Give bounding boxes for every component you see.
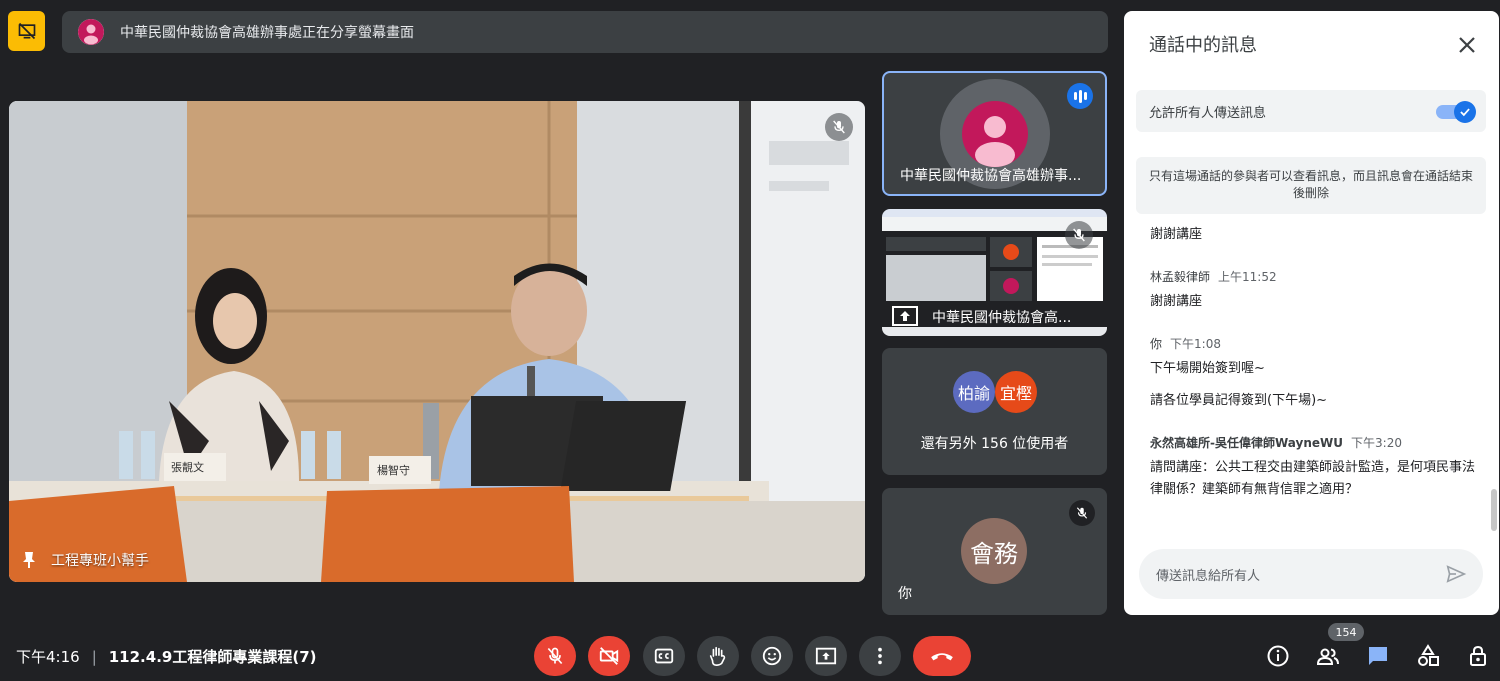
chat-input-placeholder: 傳送訊息給所有人	[1156, 568, 1261, 584]
mic-off-icon	[547, 647, 563, 665]
speaking-indicator	[1067, 83, 1093, 109]
screen-share-banner: 中華民國仲裁協會高雄辦事處正在分享螢幕畫面	[62, 11, 1108, 53]
participant-name: 中華民國仲裁協會高...	[932, 310, 1072, 326]
present-off-icon	[18, 22, 35, 40]
person-icon	[975, 116, 1015, 167]
main-video-feed[interactable]: 張靚文 楊智守 工程專班小幫手	[9, 101, 865, 582]
person-icon	[78, 19, 104, 45]
activities-button[interactable]	[1416, 644, 1440, 668]
participant-name: 工程專班小幫手	[51, 553, 149, 569]
chat-panel: 通話中的訊息 允許所有人傳送訊息 只有這場通話的參與者可以查看訊息，而且訊息會在…	[1124, 11, 1499, 615]
message-group: 林孟毅律師 上午11:52 謝謝講座	[1150, 268, 1480, 313]
message-sender: 你	[1150, 337, 1163, 351]
message-group: 永然高雄所-吳任偉律師WayneWU 下午3:20 請問講座：公共工程交由建築師設…	[1150, 434, 1480, 501]
raise-hand-button[interactable]	[697, 636, 739, 676]
close-chat-button[interactable]	[1455, 33, 1479, 57]
avatar	[962, 101, 1028, 167]
meeting-details-button[interactable]	[1266, 644, 1290, 668]
call-end-icon	[931, 653, 953, 661]
message-text: 謝謝講座	[1150, 294, 1203, 309]
allow-messages-toggle[interactable]	[1436, 101, 1476, 123]
presenter-avatar	[78, 19, 104, 45]
participant-tile-others[interactable]: 柏諭 宜樫 還有另外 156 位使用者	[882, 348, 1107, 475]
present-to-all-icon	[892, 305, 918, 327]
info-icon	[1267, 645, 1289, 667]
presentation-indicator-button[interactable]	[8, 11, 45, 51]
mic-off-icon	[1076, 507, 1088, 519]
close-icon	[1459, 37, 1475, 53]
participant-tile-presenter[interactable]: 中華民國仲裁協會高雄辦事...	[882, 71, 1107, 196]
nameplate-right: 楊智守	[377, 464, 410, 477]
message-text: 請問講座：公共工程交由建築師設計監造，是何項民事法律關係？建築師有無背信罪之適用…	[1150, 460, 1476, 497]
leave-call-button[interactable]	[913, 636, 971, 676]
hand-icon	[709, 646, 726, 666]
meeting-title: 112.4.9工程律師專業課程(7)	[108, 648, 317, 666]
mic-toggle-button[interactable]	[534, 636, 576, 676]
message-group: 你下午1:08 下午場開始簽到喔~ 請各位學員記得簽到(下午場)~	[1150, 335, 1480, 412]
allow-messages-label: 允許所有人傳送訊息	[1149, 105, 1267, 121]
check-icon	[1460, 108, 1470, 117]
participant-chips: 柏諭 宜樫	[953, 371, 1037, 413]
meeting-info: 下午4:16 | 112.4.9工程律師專業課程(7)	[16, 646, 316, 667]
avatar-chip: 柏諭	[953, 371, 995, 413]
participant-tile-screenshare[interactable]: 中華民國仲裁協會高...	[882, 209, 1107, 336]
more-vert-icon	[878, 647, 882, 665]
chat-info-notice: 只有這場通話的參與者可以查看訊息，而且訊息會在通話結束後刪除	[1136, 157, 1486, 214]
speaker-video-image	[9, 101, 865, 582]
emoji-icon	[762, 646, 782, 666]
mic-muted-indicator	[825, 113, 853, 141]
people-button[interactable]	[1316, 644, 1340, 668]
message-header: 你下午1:08	[1150, 335, 1480, 352]
participant-tile-self[interactable]: 會務 你	[882, 488, 1107, 615]
share-banner-text: 中華民國仲裁協會高雄辦事處正在分享螢幕畫面	[120, 25, 414, 41]
people-icon	[1316, 648, 1339, 665]
host-controls-button[interactable]	[1466, 644, 1490, 668]
shapes-icon	[1418, 644, 1439, 666]
captions-button[interactable]	[643, 636, 685, 676]
participant-name: 你	[898, 586, 912, 602]
chat-icon	[1369, 647, 1387, 665]
participant-name: 中華民國仲裁協會高雄辦事...	[900, 168, 1082, 184]
chat-message-list: 謝謝講座 林孟毅律師 上午11:52 謝謝講座 你下午1:08 下午場開始簽到喔~…	[1150, 224, 1480, 523]
chat-message-input[interactable]: 傳送訊息給所有人	[1139, 549, 1483, 599]
chat-title: 通話中的訊息	[1149, 35, 1257, 56]
lock-person-icon	[1470, 645, 1486, 666]
chat-scrollbar[interactable]	[1491, 489, 1497, 531]
message-sender: 永然高雄所-吳任偉律師WayneWU	[1150, 436, 1344, 450]
mic-off-icon	[833, 120, 845, 134]
present-to-all-icon	[815, 647, 837, 665]
pin-icon	[23, 552, 35, 568]
more-options-button[interactable]	[859, 636, 901, 676]
mic-off-icon	[1073, 228, 1085, 242]
avatar: 會務	[961, 518, 1027, 584]
chat-button[interactable]	[1366, 644, 1390, 668]
message-text: 謝謝講座	[1150, 227, 1203, 242]
others-count-text: 還有另外 156 位使用者	[920, 436, 1069, 452]
camera-toggle-button[interactable]	[588, 636, 630, 676]
closed-caption-icon	[654, 648, 674, 664]
message-sender: 林孟毅律師	[1150, 270, 1211, 284]
emoji-reaction-button[interactable]	[751, 636, 793, 676]
send-icon	[1446, 565, 1467, 583]
mic-muted-indicator	[1069, 500, 1095, 526]
allow-messages-row: 允許所有人傳送訊息	[1136, 90, 1486, 132]
divider: |	[91, 647, 97, 666]
main-video-label: 工程專班小幫手	[21, 550, 149, 570]
send-button[interactable]	[1445, 563, 1467, 589]
message-header: 永然高雄所-吳任偉律師WayneWU 下午3:20	[1150, 434, 1480, 451]
message-header: 林孟毅律師 上午11:52	[1150, 268, 1480, 285]
participant-count-badge: 154	[1328, 623, 1364, 641]
nameplate-left: 張靚文	[171, 461, 204, 474]
mic-muted-indicator	[1065, 221, 1093, 249]
message-time: 下午3:20	[1351, 436, 1402, 450]
current-time: 下午4:16	[16, 648, 80, 666]
message-text: 下午場開始簽到喔~	[1150, 361, 1265, 376]
avatar-chip: 宜樫	[995, 371, 1037, 413]
present-now-button[interactable]	[805, 636, 847, 676]
message-time: 下午1:08	[1170, 337, 1221, 351]
message-time: 上午11:52	[1218, 270, 1277, 284]
videocam-off-icon	[599, 647, 619, 665]
message-group: 謝謝講座	[1150, 224, 1480, 246]
message-text: 請各位學員記得簽到(下午場)~	[1150, 393, 1328, 408]
